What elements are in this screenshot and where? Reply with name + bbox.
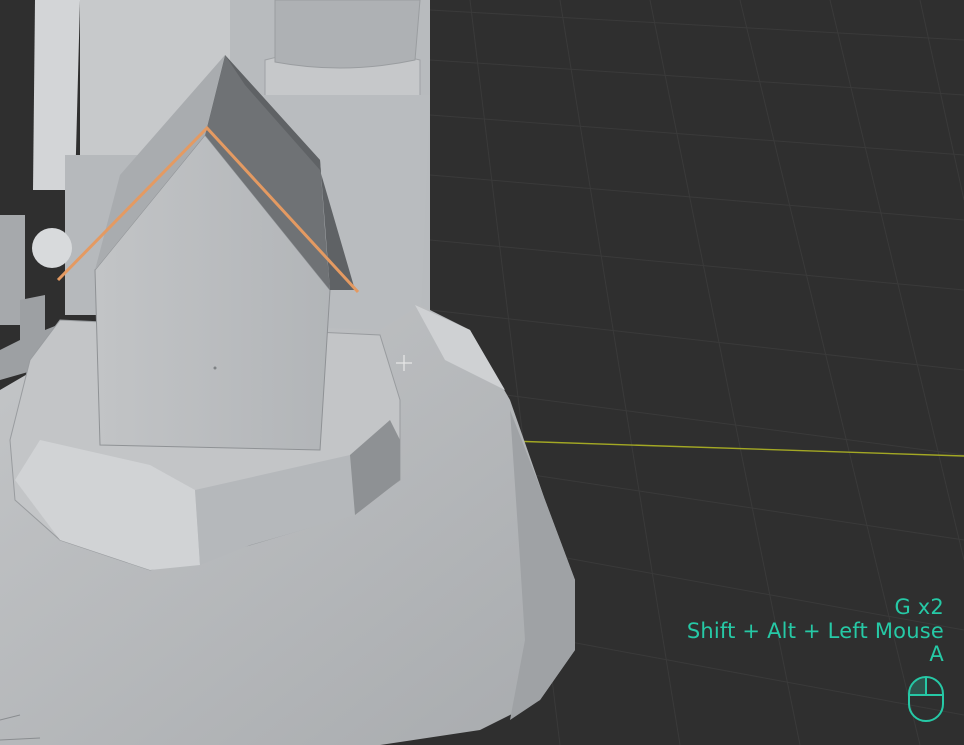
keystroke-line-3: A	[929, 642, 944, 666]
keystroke-overlay: G x2 Shift + Alt + Left Mouse A	[686, 595, 944, 667]
keystroke-line-1: G x2	[894, 595, 944, 619]
vertex-dot	[213, 366, 217, 370]
mouse-left-click-icon	[908, 676, 944, 722]
x-axis-line	[509, 440, 964, 457]
keystroke-line-2: Shift + Alt + Left Mouse	[686, 618, 944, 643]
